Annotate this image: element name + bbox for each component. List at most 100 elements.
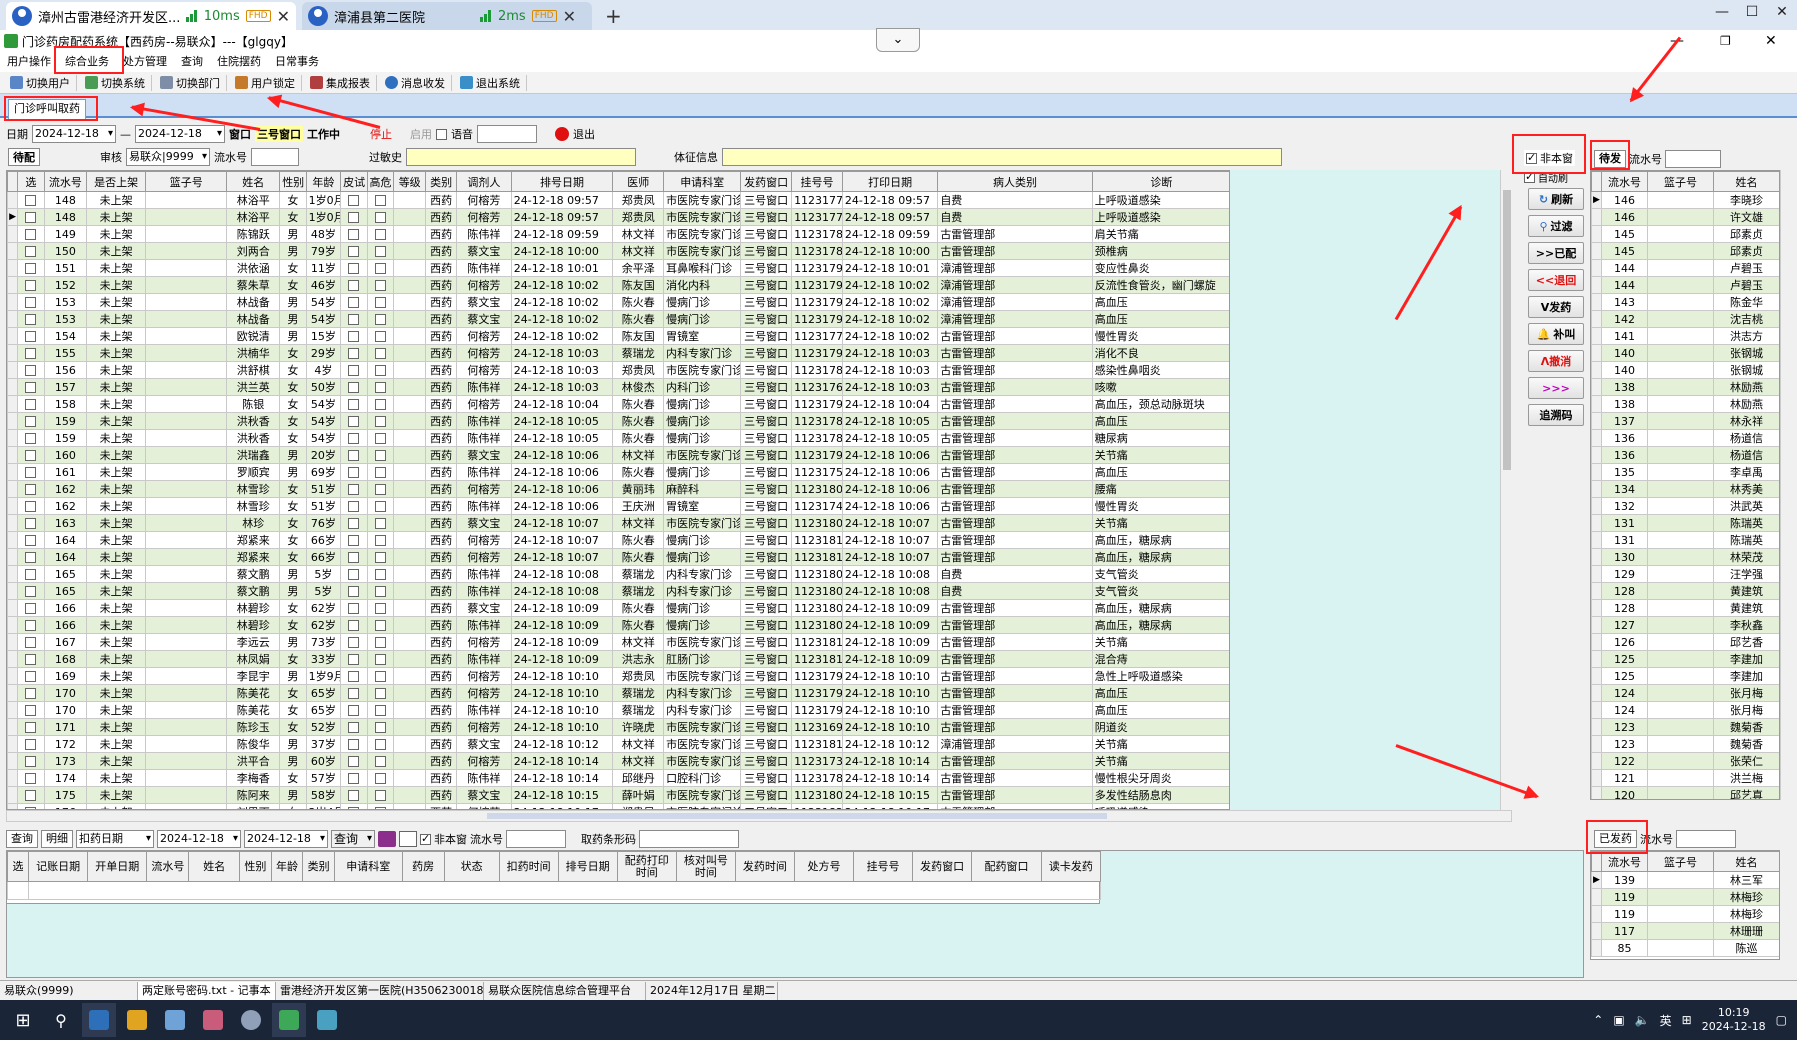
high-risk-checkbox[interactable] bbox=[374, 654, 386, 665]
column-header[interactable]: 篮子号 bbox=[145, 171, 228, 192]
new-tab-button[interactable]: + bbox=[605, 4, 622, 28]
list-item[interactable]: 130 林荣茂 bbox=[1591, 548, 1779, 566]
select-cell[interactable] bbox=[17, 378, 45, 396]
close-tab-icon[interactable]: ✕ bbox=[563, 7, 576, 26]
column-header[interactable]: 姓名 bbox=[1713, 851, 1779, 872]
minimize-icon[interactable]: — bbox=[1707, 4, 1737, 20]
column-header[interactable]: 是否上架 bbox=[86, 171, 147, 192]
select-cell[interactable] bbox=[17, 531, 45, 549]
next-button[interactable]: >>> bbox=[1528, 377, 1584, 399]
list-item[interactable]: 120 邱艺真 bbox=[1591, 786, 1779, 799]
skin-test-cell[interactable] bbox=[340, 514, 368, 532]
skin-test-checkbox[interactable] bbox=[348, 280, 360, 291]
column-header[interactable]: 性别 bbox=[239, 851, 272, 882]
high-risk-cell[interactable] bbox=[366, 565, 394, 583]
high-risk-cell[interactable] bbox=[366, 344, 394, 362]
exit-system-button[interactable]: 退出系统 bbox=[454, 74, 527, 91]
taskbar-app-6[interactable] bbox=[272, 1003, 306, 1037]
list-item[interactable]: 142 沈吉桃 bbox=[1591, 310, 1779, 328]
column-header[interactable]: 打印日期 bbox=[841, 171, 939, 192]
high-risk-cell[interactable] bbox=[366, 667, 394, 685]
select-checkbox[interactable] bbox=[25, 518, 37, 529]
skin-test-checkbox[interactable] bbox=[348, 637, 360, 648]
column-header[interactable]: 发药时间 bbox=[734, 851, 795, 882]
skin-test-checkbox[interactable] bbox=[348, 773, 360, 784]
select-checkbox[interactable] bbox=[25, 569, 37, 580]
table-row[interactable]: 165 未上架 蔡文鹏男 5岁 西药 陈伟祥 24-12-18 10:08 蔡瑞龙 内科专家门诊… bbox=[7, 565, 1229, 583]
skin-test-checkbox[interactable] bbox=[348, 399, 360, 410]
skin-test-checkbox[interactable] bbox=[348, 705, 360, 716]
table-row[interactable]: 154 未上架 欧锐清男 15岁 西药 何榕芳 24-12-18 10:02 陈友国 胃镜室 三号… bbox=[7, 327, 1229, 345]
skin-test-checkbox[interactable] bbox=[348, 620, 360, 631]
table-row[interactable]: 149 未上架 陈锦跃男 48岁 西药 陈伟祥 24-12-18 09:59 林文祥 市医院专家… bbox=[7, 225, 1229, 243]
list-item[interactable]: 125 李建加 bbox=[1591, 667, 1779, 685]
table-row[interactable]: 162 未上架 林雪珍女 51岁 西药 陈伟祥 24-12-18 10:06 王庆洲 胃镜室 三号… bbox=[7, 497, 1229, 515]
column-header[interactable]: 处方号 bbox=[793, 851, 855, 882]
maximize-icon[interactable]: ☐ bbox=[1737, 4, 1767, 20]
skin-test-checkbox[interactable] bbox=[348, 603, 360, 614]
table-row[interactable]: 153 未上架 林战备男 54岁 西药 蔡文宝 24-12-18 10:02 陈火春 慢病门诊三… bbox=[7, 293, 1229, 311]
high-risk-cell[interactable] bbox=[366, 582, 394, 600]
date-to-picker[interactable]: 2024-12-18 bbox=[135, 125, 225, 143]
high-risk-checkbox[interactable] bbox=[374, 552, 386, 563]
column-header[interactable]: 挂号号 bbox=[853, 851, 914, 882]
select-checkbox[interactable] bbox=[25, 229, 37, 240]
select-cell[interactable] bbox=[17, 633, 45, 651]
skin-test-cell[interactable] bbox=[340, 293, 368, 311]
table-row[interactable]: 164 未上架 郑紧来女 66岁 西药 何榕芳 24-12-18 10:07 陈火春 慢病门诊三… bbox=[7, 548, 1229, 566]
column-header[interactable]: 类别 bbox=[302, 851, 335, 882]
column-header[interactable]: 流水号 bbox=[1601, 851, 1648, 872]
switch-system-button[interactable]: 切换系统 bbox=[79, 74, 152, 91]
list-item[interactable]: 125 李建加 bbox=[1591, 650, 1779, 668]
list-item[interactable]: 132 洪武英 bbox=[1591, 497, 1779, 515]
select-cell[interactable] bbox=[17, 667, 45, 685]
reports-button[interactable]: 集成报表 bbox=[304, 74, 377, 91]
skin-test-cell[interactable] bbox=[340, 548, 368, 566]
column-header[interactable]: 性别 bbox=[279, 171, 307, 192]
column-header[interactable]: 流水号 bbox=[43, 171, 88, 192]
skin-test-checkbox[interactable] bbox=[348, 484, 360, 495]
skin-test-checkbox[interactable] bbox=[348, 348, 360, 359]
high-risk-checkbox[interactable] bbox=[374, 688, 386, 699]
column-header[interactable]: 病人类别 bbox=[937, 171, 1093, 192]
switch-user-button[interactable]: 切换用户 bbox=[4, 74, 77, 91]
high-risk-checkbox[interactable] bbox=[374, 671, 386, 682]
select-cell[interactable] bbox=[17, 191, 45, 209]
table-row[interactable]: 152 未上架 蔡朱草女 46岁 西药 何榕芳 24-12-18 10:02 陈友国 消化内科三… bbox=[7, 276, 1229, 294]
list-item[interactable]: 123 魏菊香 bbox=[1591, 735, 1779, 753]
barcode-input[interactable] bbox=[639, 830, 739, 848]
voice-input[interactable] bbox=[477, 125, 537, 143]
dispensed-serial-input[interactable] bbox=[1676, 830, 1736, 848]
high-risk-cell[interactable] bbox=[366, 412, 394, 430]
high-risk-checkbox[interactable] bbox=[374, 518, 386, 529]
high-risk-cell[interactable] bbox=[366, 429, 394, 447]
high-risk-checkbox[interactable] bbox=[374, 433, 386, 444]
close-window-icon[interactable]: ✕ bbox=[1767, 4, 1797, 20]
select-checkbox[interactable] bbox=[25, 365, 37, 376]
column-header[interactable]: 等级 bbox=[392, 171, 427, 192]
select-checkbox[interactable] bbox=[25, 297, 37, 308]
select-checkbox[interactable] bbox=[25, 263, 37, 274]
column-header[interactable]: 发药窗口 bbox=[912, 851, 973, 882]
skin-test-cell[interactable] bbox=[340, 565, 368, 583]
skin-test-checkbox[interactable] bbox=[348, 569, 360, 580]
table-row[interactable]: 169未上架李昆宇男1岁9月西药何榕芳24-12-18 10:10郑贵凤市医院专… bbox=[7, 667, 1229, 685]
table-row[interactable]: ▶148未上架林浴平女1岁0月西药何榕芳24-12-18 09:57郑贵凤市医院… bbox=[7, 208, 1229, 226]
select-checkbox[interactable] bbox=[25, 450, 37, 461]
skin-test-checkbox[interactable] bbox=[348, 552, 360, 563]
serial-input[interactable] bbox=[251, 148, 299, 166]
close-icon[interactable]: ✕ bbox=[1765, 33, 1777, 49]
high-risk-checkbox[interactable] bbox=[374, 314, 386, 325]
skin-test-cell[interactable] bbox=[340, 208, 368, 226]
waiting-serial-input[interactable] bbox=[1665, 150, 1721, 168]
select-checkbox[interactable] bbox=[25, 722, 37, 733]
select-checkbox[interactable] bbox=[25, 773, 37, 784]
list-item[interactable]: 122 张荣仁 bbox=[1591, 752, 1779, 770]
tab-query[interactable]: 查询 bbox=[6, 830, 38, 848]
skin-test-cell[interactable] bbox=[340, 395, 368, 413]
column-header[interactable]: 核对叫号时间 bbox=[675, 851, 736, 882]
menu-user-ops[interactable]: 用户操作 bbox=[0, 52, 58, 72]
list-item[interactable]: 136 杨道信 bbox=[1591, 429, 1779, 447]
skin-test-cell[interactable] bbox=[340, 497, 368, 515]
select-cell[interactable] bbox=[17, 650, 45, 668]
